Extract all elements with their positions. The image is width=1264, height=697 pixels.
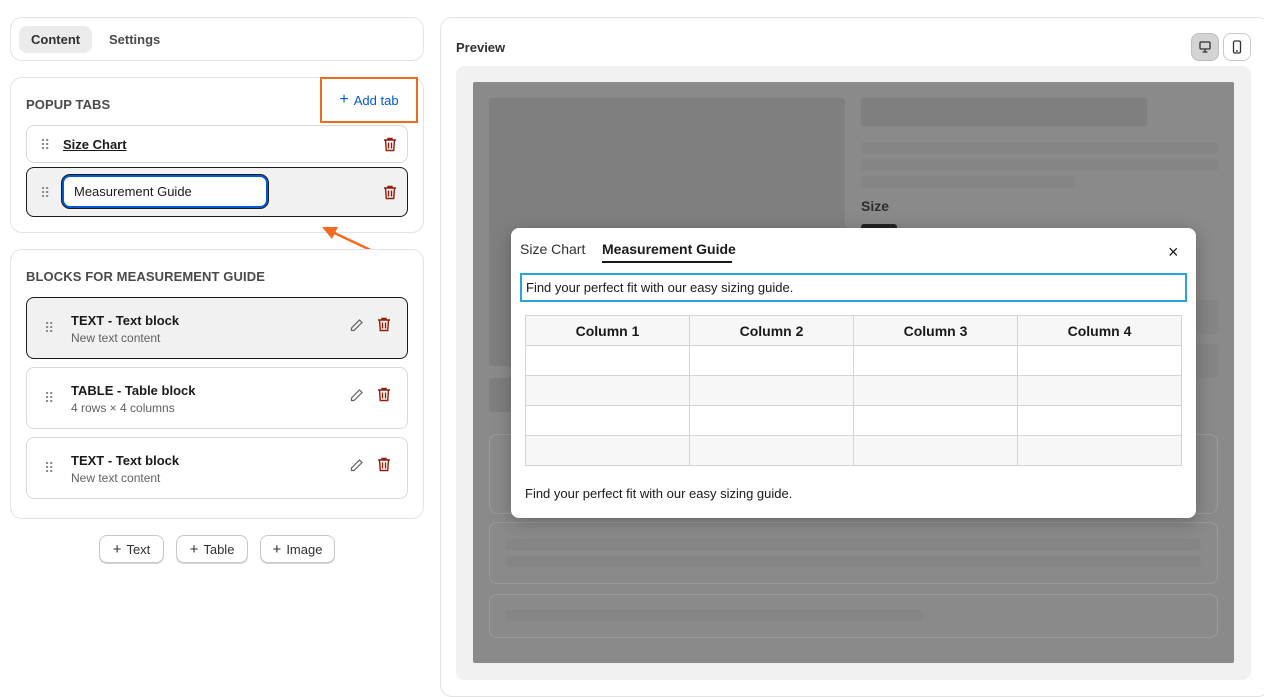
table-cell — [525, 405, 690, 436]
plus-icon: + — [112, 540, 122, 558]
accordion-placeholder — [489, 522, 1218, 584]
table-cell — [525, 435, 690, 466]
modal-text-block-selected[interactable]: Find your perfect fit with our easy sizi… — [520, 273, 1187, 302]
trash-icon[interactable] — [377, 457, 391, 472]
trash-icon[interactable] — [383, 137, 397, 152]
table-cell — [853, 435, 1018, 466]
preview-title: Preview — [456, 40, 506, 55]
trash-icon[interactable] — [383, 185, 397, 200]
table-cell — [853, 345, 1018, 376]
popup-tab-item-size-chart[interactable]: ⠿ Size Chart — [26, 125, 408, 163]
popup-tab-label[interactable]: Size Chart — [63, 137, 127, 152]
block-item[interactable]: ⠿ TABLE - Table block 4 rows × 4 columns — [26, 367, 408, 429]
modal-text-block: Find your perfect fit with our easy sizi… — [525, 486, 793, 501]
tab-settings[interactable]: Settings — [97, 26, 172, 53]
table-row — [525, 345, 1182, 376]
table-cell — [525, 345, 690, 376]
table-row — [525, 375, 1182, 406]
block-subtitle: New text content — [71, 471, 161, 485]
popup-tabs-title: POPUP TABS — [26, 97, 111, 112]
table-cell — [689, 435, 854, 466]
table-cell — [689, 375, 854, 406]
add-text-label: Text — [126, 541, 151, 557]
popup-tab-item-measurement-guide[interactable]: ⠿ — [26, 167, 408, 217]
block-title: TABLE - Table block — [71, 383, 196, 398]
table-cell — [689, 405, 854, 436]
table-header-cell: Column 2 — [689, 315, 854, 346]
tab-content[interactable]: Content — [19, 26, 93, 53]
table-cell — [1017, 345, 1182, 376]
text-line-placeholder — [506, 556, 1201, 567]
active-tab-indicator — [602, 261, 732, 263]
text-line-placeholder — [861, 176, 1075, 188]
table-cell — [853, 375, 1018, 406]
size-chart-modal: Size Chart Measurement Guide × Find your… — [511, 228, 1196, 518]
add-image-label: Image — [286, 541, 323, 557]
text-line-placeholder — [506, 539, 1201, 550]
block-item[interactable]: ⠿ TEXT - Text block New text content — [26, 437, 408, 499]
table-cell — [853, 405, 1018, 436]
add-table-block-button[interactable]: + Table — [176, 535, 248, 563]
edit-icon[interactable] — [349, 318, 364, 333]
blocks-title: BLOCKS FOR MEASUREMENT GUIDE — [26, 269, 265, 284]
editor-tabs: Content Settings — [10, 17, 424, 61]
size-label: Size — [861, 198, 890, 214]
block-title: TEXT - Text block — [71, 313, 180, 328]
block-subtitle: 4 rows × 4 columns — [71, 401, 175, 415]
block-subtitle: New text content — [71, 331, 161, 345]
modal-tab-size-chart[interactable]: Size Chart — [520, 241, 585, 257]
drag-handle-icon[interactable]: ⠿ — [44, 321, 54, 335]
table-cell — [1017, 435, 1182, 466]
modal-tab-measurement-guide[interactable]: Measurement Guide — [602, 241, 736, 257]
table-header-cell: Column 4 — [1017, 315, 1182, 346]
text-line-placeholder — [861, 159, 1218, 171]
block-item[interactable]: ⠿ TEXT - Text block New text content — [26, 297, 408, 359]
drag-handle-icon[interactable]: ⠿ — [44, 461, 54, 475]
close-icon[interactable]: × — [1168, 243, 1179, 261]
trash-icon[interactable] — [377, 317, 391, 332]
edit-icon[interactable] — [349, 458, 364, 473]
plus-icon: + — [339, 91, 349, 108]
desktop-view-button[interactable] — [1191, 33, 1219, 61]
table-cell — [525, 375, 690, 406]
plus-icon: + — [189, 540, 199, 558]
drag-handle-icon[interactable]: ⠿ — [40, 186, 50, 200]
drag-handle-icon[interactable]: ⠿ — [44, 391, 54, 405]
add-table-label: Table — [203, 541, 235, 557]
table-cell — [689, 345, 854, 376]
table-header-cell: Column 1 — [525, 315, 690, 346]
drag-handle-icon[interactable]: ⠿ — [40, 138, 50, 152]
title-placeholder — [861, 98, 1147, 126]
table-cell — [1017, 405, 1182, 436]
table-row — [525, 405, 1182, 436]
tab-name-input[interactable] — [62, 175, 268, 208]
add-tab-button[interactable]: + Add tab — [320, 77, 418, 123]
block-title: TEXT - Text block — [71, 453, 180, 468]
table-cell — [1017, 375, 1182, 406]
add-text-block-button[interactable]: + Text — [99, 535, 164, 563]
mobile-view-button[interactable] — [1223, 33, 1251, 61]
plus-icon: + — [272, 540, 282, 558]
trash-icon[interactable] — [377, 387, 391, 402]
desktop-icon — [1199, 41, 1211, 53]
add-tab-label: Add tab — [353, 92, 399, 108]
table-row — [525, 435, 1182, 466]
table-header-cell: Column 3 — [853, 315, 1018, 346]
edit-icon[interactable] — [349, 388, 364, 403]
text-line-placeholder — [506, 610, 922, 621]
text-line-placeholder — [861, 142, 1218, 154]
modal-table: Column 1 Column 2 Column 3 Column 4 — [525, 315, 1182, 466]
mobile-icon — [1232, 40, 1242, 54]
add-image-block-button[interactable]: + Image — [260, 535, 335, 563]
